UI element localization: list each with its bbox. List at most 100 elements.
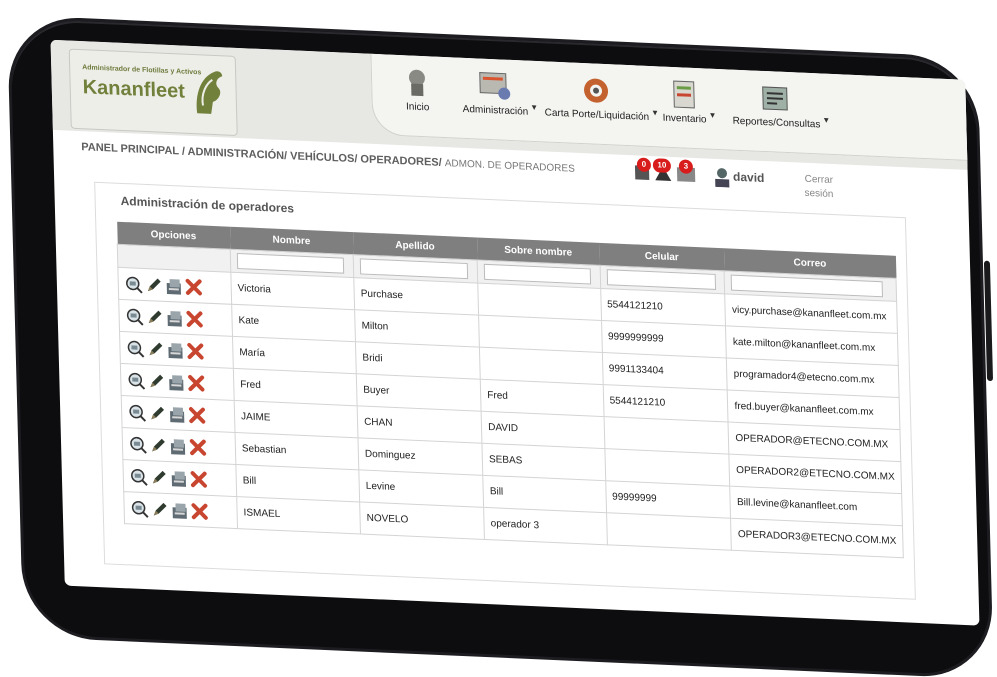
app-screen: Administrador de Flotillas y Activos Kan… xyxy=(50,39,980,626)
alert-badge-b: 10 xyxy=(652,158,672,173)
user-avatar-icon xyxy=(715,168,730,188)
cell-sobre: Bill xyxy=(482,475,607,513)
row-options xyxy=(118,299,233,337)
cell-nombre: María xyxy=(232,336,357,374)
delete-icon[interactable] xyxy=(187,373,205,392)
tablet-side-buttons xyxy=(983,260,994,382)
row-options xyxy=(117,267,232,305)
documents-icon[interactable] xyxy=(168,405,186,424)
cell-correo: OPERADOR3@ETECNO.COM.MX xyxy=(730,518,904,558)
edit-icon[interactable] xyxy=(145,308,163,327)
documents-icon[interactable] xyxy=(169,437,187,456)
cell-nombre: Victoria xyxy=(230,272,355,310)
nav-inicio[interactable]: Inicio xyxy=(404,67,431,113)
delete-icon[interactable] xyxy=(185,309,203,328)
filter-correo-input[interactable] xyxy=(731,274,884,298)
logo-name: Kananfleet xyxy=(82,76,186,103)
cell-nombre: Fred xyxy=(233,368,358,406)
cell-nombre: Bill xyxy=(235,464,360,502)
logo-subtitle: Administrador de Flotillas y Activos xyxy=(82,64,202,77)
cell-sobre: Fred xyxy=(480,379,604,417)
view-icon[interactable] xyxy=(125,307,144,326)
reports-icon xyxy=(762,86,788,111)
gear-icon xyxy=(584,78,609,103)
delete-icon[interactable] xyxy=(188,405,206,424)
cell-sobre: operador 3 xyxy=(483,507,607,545)
delete-icon[interactable] xyxy=(190,470,208,489)
cell-nombre: Kate xyxy=(231,304,356,342)
row-options xyxy=(122,459,237,497)
view-icon[interactable] xyxy=(130,467,148,486)
delete-icon[interactable] xyxy=(190,502,208,521)
filter-apellido-input[interactable] xyxy=(359,258,469,280)
delete-icon[interactable] xyxy=(185,277,203,296)
cell-sobre xyxy=(477,283,602,321)
cell-sobre xyxy=(478,315,602,353)
admin-icon xyxy=(479,72,511,100)
filter-celular-input[interactable] xyxy=(606,269,716,290)
delete-icon[interactable] xyxy=(189,437,207,456)
view-icon[interactable] xyxy=(126,339,145,358)
documents-icon[interactable] xyxy=(170,469,188,488)
chevron-down-icon: ▼ xyxy=(708,110,717,120)
panel-title: Administración de operadores xyxy=(120,193,295,216)
tablet-frame: Administrador de Flotillas y Activos Kan… xyxy=(10,18,994,677)
edit-icon[interactable] xyxy=(145,275,163,294)
cell-nombre: Sebastian xyxy=(235,432,359,470)
row-options xyxy=(123,491,238,529)
edit-icon[interactable] xyxy=(146,340,164,359)
breadcrumb-path[interactable]: PANEL PRINCIPAL / ADMINISTRACIÓN/ VEHÍCU… xyxy=(81,141,442,169)
view-icon[interactable] xyxy=(130,499,149,518)
nav-administracion[interactable]: Administración ▼ xyxy=(462,70,538,118)
cell-nombre: ISMAEL xyxy=(236,496,361,535)
documents-icon[interactable] xyxy=(170,501,188,520)
cell-apellido: NOVELO xyxy=(359,501,485,540)
nav-reportes[interactable]: Reportes/Consultas ▼ xyxy=(732,82,830,131)
view-icon[interactable] xyxy=(128,403,147,422)
chevron-down-icon: ▼ xyxy=(530,102,539,113)
logout-link[interactable]: Cerrar sesión xyxy=(783,172,834,202)
edit-icon[interactable] xyxy=(148,404,166,423)
edit-icon[interactable] xyxy=(150,500,168,519)
cell-sobre xyxy=(479,347,603,385)
tablet-device: Administrador de Flotillas y Activos Kan… xyxy=(0,0,997,677)
inventory-icon xyxy=(673,80,695,109)
breadcrumb-current: ADMON. DE OPERADORES xyxy=(444,158,575,175)
nav-inventario[interactable]: Inventario ▼ xyxy=(662,79,717,126)
row-options xyxy=(121,395,236,433)
edit-icon[interactable] xyxy=(147,372,165,391)
cell-nombre: JAIME xyxy=(234,400,359,438)
delete-icon[interactable] xyxy=(186,341,204,360)
logo[interactable]: Administrador de Flotillas y Activos Kan… xyxy=(68,48,238,136)
home-icon xyxy=(408,69,425,97)
filter-nombre-input[interactable] xyxy=(236,252,345,274)
row-options xyxy=(119,331,234,369)
chevron-down-icon: ▼ xyxy=(650,108,660,118)
alert-badge-c: 3 xyxy=(678,159,694,174)
chevron-down-icon: ▼ xyxy=(822,115,831,125)
filter-sobre-nombre-input[interactable] xyxy=(483,263,591,285)
nav-label: Inventario xyxy=(662,112,707,126)
main-navigation: Inicio Administración ▼ Carta Porte/Liqu… xyxy=(370,53,969,161)
row-options xyxy=(122,427,236,465)
documents-icon[interactable] xyxy=(165,276,183,295)
nav-label: Inicio xyxy=(405,101,430,114)
operators-panel: Administración de operadores Opciones No… xyxy=(94,181,916,600)
view-icon[interactable] xyxy=(127,371,146,390)
edit-icon[interactable] xyxy=(149,436,167,455)
nav-carta-porte[interactable]: Carta Porte/Liquidación ▼ xyxy=(544,73,659,123)
documents-icon[interactable] xyxy=(166,340,184,359)
view-icon[interactable] xyxy=(129,435,147,454)
alerts-area[interactable]: 0 10 3 xyxy=(633,157,704,188)
cell-sobre: DAVID xyxy=(481,411,605,449)
nav-label: Carta Porte/Liquidación xyxy=(544,107,650,123)
edit-icon[interactable] xyxy=(150,468,168,487)
nav-label: Reportes/Consultas xyxy=(732,115,821,131)
documents-icon[interactable] xyxy=(167,372,185,391)
documents-icon[interactable] xyxy=(165,308,183,327)
nav-label: Administración xyxy=(462,103,529,118)
cell-celular xyxy=(606,512,732,551)
operators-table: Opciones Nombre Apellido Sobre nombre Ce… xyxy=(116,221,904,559)
view-icon[interactable] xyxy=(125,275,143,294)
alert-badge-a: 0 xyxy=(636,157,652,173)
